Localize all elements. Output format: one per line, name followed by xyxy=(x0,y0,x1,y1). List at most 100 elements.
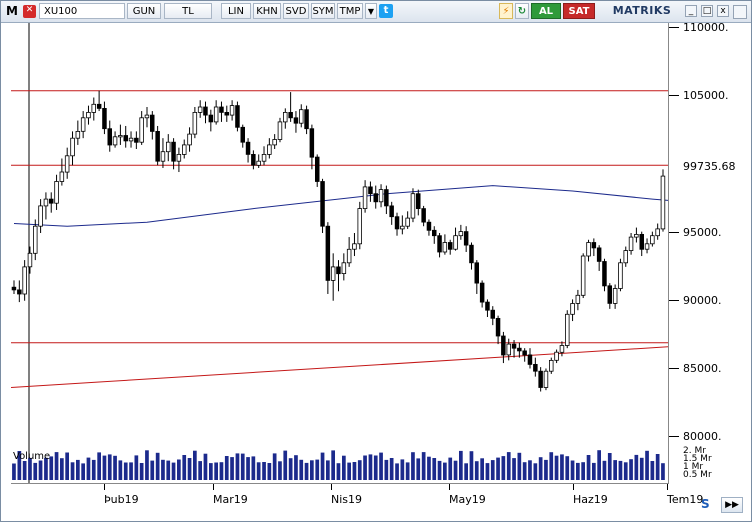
volume-bar xyxy=(240,453,245,480)
volume-bar xyxy=(474,461,479,480)
volume-bar xyxy=(570,460,575,480)
chart-plot-area[interactable] xyxy=(11,23,669,484)
volume-bar xyxy=(118,460,123,480)
maximize-button[interactable]: □ xyxy=(701,5,713,17)
candle-body xyxy=(431,229,437,237)
volume-bar xyxy=(150,460,155,480)
refresh-icon[interactable]: ↻ xyxy=(515,3,529,19)
matriks-logo[interactable]: M xyxy=(4,3,20,19)
volume-bar xyxy=(22,461,27,480)
volume-bar xyxy=(38,460,43,480)
lightning-icon[interactable]: ⚡ xyxy=(499,3,513,19)
twitter-icon[interactable]: t xyxy=(379,4,393,18)
y-label: 85000. xyxy=(683,362,722,375)
scale-button[interactable]: LIN xyxy=(221,3,251,19)
candle-body xyxy=(346,248,352,264)
candle-body xyxy=(139,117,144,143)
current-price-label: 99735.68 xyxy=(683,160,736,173)
volume-bar xyxy=(427,456,431,480)
sym-button[interactable]: SYM xyxy=(311,3,335,19)
symbol-input[interactable]: XU100 xyxy=(39,3,125,19)
volume-bar xyxy=(501,456,506,480)
candle-body xyxy=(485,301,490,311)
candle-body xyxy=(261,153,267,162)
candle-body xyxy=(490,309,495,319)
volume-bar xyxy=(251,456,256,480)
sell-button[interactable]: SAT xyxy=(563,3,595,19)
candle-body xyxy=(634,233,639,238)
volume-bar xyxy=(389,458,394,480)
candle-body xyxy=(240,126,245,143)
candle-body xyxy=(70,137,75,157)
candle-body xyxy=(229,105,235,116)
volume-bar xyxy=(538,457,543,480)
candle-body xyxy=(245,141,251,155)
x-tick xyxy=(667,484,668,490)
khn-button[interactable]: KHN xyxy=(253,3,281,19)
period-button[interactable]: GUN xyxy=(127,3,161,19)
candle-body xyxy=(650,235,655,245)
candle-body xyxy=(522,350,527,356)
volume-bar xyxy=(320,452,325,480)
volume-bar xyxy=(613,460,617,480)
candle-body xyxy=(426,221,432,231)
candle-body xyxy=(415,193,421,209)
candle-body xyxy=(639,233,645,250)
y-label: 95000. xyxy=(683,226,722,239)
close-button[interactable]: x xyxy=(717,5,729,17)
candle-body xyxy=(112,136,118,146)
minimize-button[interactable]: _ xyxy=(685,5,697,17)
candle-body xyxy=(586,242,591,257)
volume-bar xyxy=(464,463,468,480)
volume-bar xyxy=(421,452,426,480)
candle-body xyxy=(458,231,464,237)
volume-bar xyxy=(522,462,527,480)
volume-bar xyxy=(373,455,378,480)
candle-body xyxy=(309,128,315,158)
volume-bar xyxy=(437,460,442,480)
candle-body xyxy=(59,171,65,182)
candle-body xyxy=(495,317,501,337)
volume-bar xyxy=(310,460,314,480)
volume-bar xyxy=(432,458,437,480)
volume-bar xyxy=(65,452,69,480)
volume-bar xyxy=(448,457,453,480)
volume-label: Volume xyxy=(13,451,51,462)
candle-body xyxy=(362,186,368,209)
candle-body xyxy=(517,347,522,352)
buy-button[interactable]: AL xyxy=(531,3,561,19)
volume-bar xyxy=(70,462,75,480)
volume-bar xyxy=(469,451,474,480)
price-chart[interactable] xyxy=(11,23,668,483)
candle-body xyxy=(474,262,479,284)
volume-bar xyxy=(139,463,144,480)
candle-body xyxy=(165,141,171,153)
chevron-down-icon[interactable]: ▼ xyxy=(365,3,377,19)
y-tick xyxy=(669,300,679,301)
candle-body xyxy=(277,121,283,140)
volume-bar xyxy=(506,452,511,480)
svd-button[interactable]: SVD xyxy=(283,3,309,19)
matriks-corner-icon[interactable]: S xyxy=(701,497,715,511)
candle-body xyxy=(293,117,299,124)
candle-body xyxy=(38,205,43,227)
close-symbol-icon[interactable]: ✕ xyxy=(23,5,36,18)
candle-body xyxy=(410,193,416,219)
candle-body xyxy=(378,189,384,203)
volume-bar xyxy=(134,455,139,480)
candle-body xyxy=(596,247,602,262)
template-button[interactable]: TMP xyxy=(337,3,363,19)
currency-button[interactable]: TL xyxy=(164,3,212,19)
window-menu-button[interactable] xyxy=(733,5,747,19)
volume-bar xyxy=(299,459,304,480)
volume-bar xyxy=(198,461,202,480)
volume-bar xyxy=(182,455,187,480)
volume-bar xyxy=(97,452,101,480)
scroll-right-button[interactable]: ▶▶ xyxy=(721,497,743,513)
candle-body xyxy=(655,228,660,237)
x-label: Tem19 xyxy=(667,493,704,506)
volume-bar xyxy=(395,463,399,480)
candle-body xyxy=(187,133,192,146)
candle-body xyxy=(575,294,581,304)
candle-body xyxy=(251,153,256,166)
